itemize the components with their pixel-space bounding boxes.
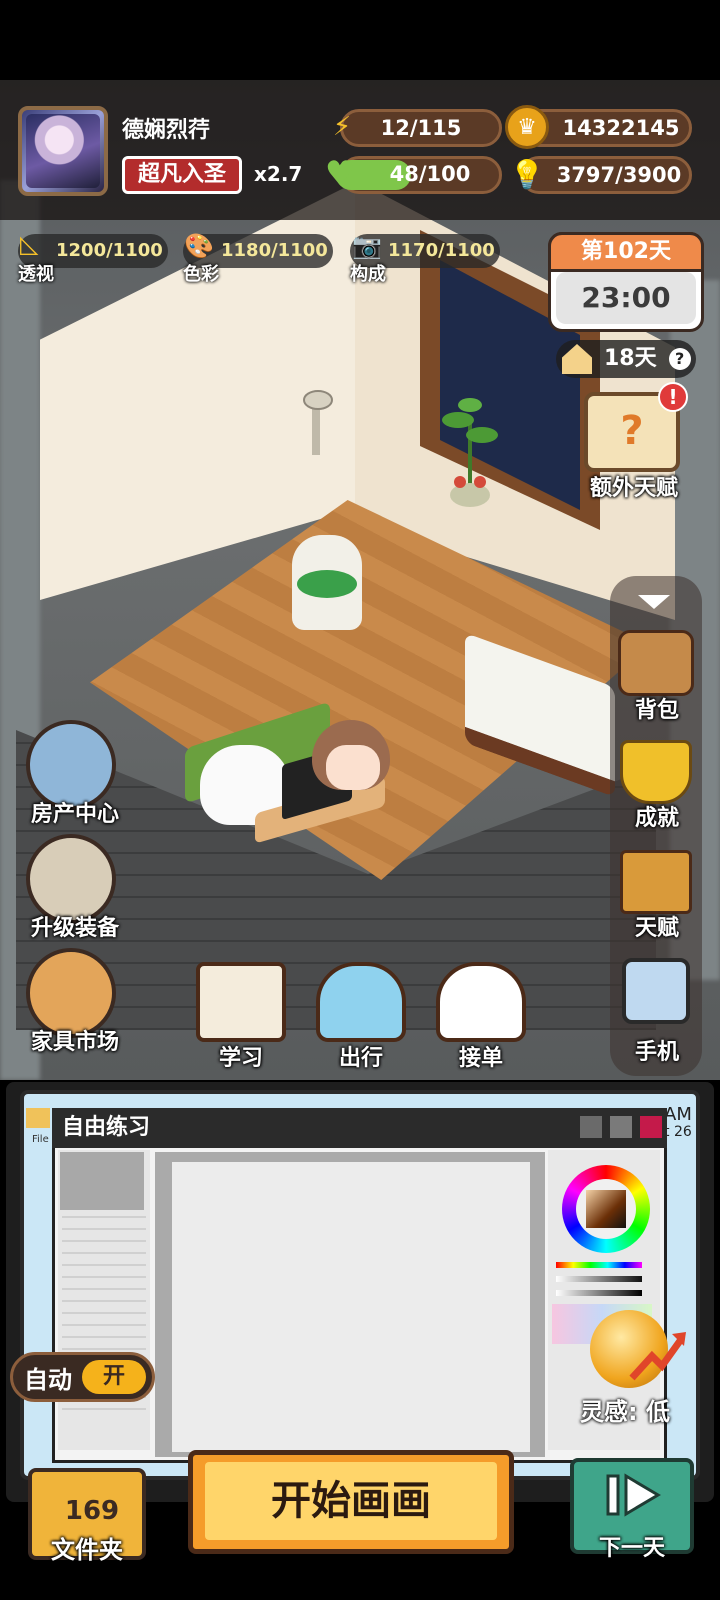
travel-label: 出行 (338, 1046, 383, 1071)
day-counter: 第102天 (548, 232, 704, 272)
minimize-button[interactable] (580, 1116, 602, 1138)
alert-icon: ! (658, 382, 688, 412)
close-button[interactable] (640, 1116, 662, 1138)
commission-rabbit-icon[interactable] (436, 962, 526, 1042)
game-clock: 23:00 (556, 272, 696, 324)
inspiration-level: 灵感: 低 (580, 1398, 670, 1426)
next-day-label: 下一天 (598, 1536, 665, 1561)
help-icon[interactable]: ? (668, 348, 691, 370)
furniture-market-label: 家具市场 (30, 1030, 119, 1055)
hue-slider[interactable] (556, 1262, 642, 1268)
rent-countdown-text: 18天 (604, 346, 657, 371)
coin-icon: ♛ (505, 105, 549, 149)
real-estate-label: 房产中心 (30, 802, 119, 827)
stat-composition-label: 构成 (350, 264, 386, 285)
potted-plant-icon[interactable] (440, 390, 500, 510)
talent-label: 天赋 (634, 916, 679, 941)
study-book-icon[interactable] (196, 962, 286, 1042)
lightning-icon: ⚡ (332, 112, 352, 142)
triangle-ruler-icon: ◺ (20, 230, 39, 258)
top-status-bar (0, 80, 720, 220)
auto-label: 自动 (24, 1366, 72, 1394)
saturation-slider[interactable] (556, 1276, 642, 1282)
drawing-canvas[interactable] (172, 1162, 530, 1452)
achievement-label: 成就 (634, 806, 679, 831)
stat-perspective-label: 透视 (18, 264, 54, 285)
upgrade-equipment-label: 升级装备 (30, 916, 119, 941)
stat-color-label: 色彩 (183, 264, 219, 285)
extra-talent-label: 额外天赋 (589, 476, 678, 501)
backpack-label: 背包 (634, 698, 679, 723)
travel-ghost-icon[interactable] (316, 962, 406, 1042)
commission-label: 接单 (458, 1046, 503, 1071)
phone-label: 手机 (634, 1040, 679, 1065)
avatar-portrait (26, 114, 100, 188)
lightbulb-icon: 💡 (509, 157, 545, 191)
corner-time-text: AM (664, 1104, 692, 1125)
color-picker-square[interactable] (586, 1190, 626, 1228)
tool-settings-panel (58, 1150, 150, 1450)
trophy-icon[interactable] (620, 740, 692, 804)
play-next-icon (606, 1473, 661, 1517)
energy-counter: 12/115 (340, 109, 502, 147)
backpack-icon[interactable] (618, 630, 694, 696)
player-rank-badge: 超凡入圣 (122, 156, 242, 194)
folder-label: 文件夹 (51, 1536, 123, 1564)
talent-book-icon[interactable] (620, 850, 692, 914)
character-face (326, 745, 380, 790)
value-slider[interactable] (556, 1290, 642, 1296)
folder-desktop-icon[interactable] (26, 1108, 50, 1128)
auto-toggle-switch[interactable]: 开 (82, 1360, 146, 1394)
health-counter: 48/100 (389, 162, 471, 186)
maximize-button[interactable] (610, 1116, 632, 1138)
heart-icon: ♥ (324, 154, 356, 194)
player-name: 德娴烈荇 (122, 118, 211, 143)
palette-icon: 🎨 (184, 232, 214, 260)
folder-count: 169 (64, 1496, 120, 1526)
corner-date-text: t 26 (664, 1124, 692, 1140)
painting-app-title: 自由练习 (52, 1108, 667, 1148)
phone-icon[interactable] (622, 958, 690, 1024)
collapse-arrow-icon[interactable] (638, 595, 670, 609)
toilet-bowl (297, 570, 357, 598)
start-painting-label: 开始画画 (205, 1462, 497, 1540)
file-label: File (32, 1134, 49, 1145)
trend-arrow-icon (629, 1332, 686, 1381)
shower-head-icon[interactable] (298, 385, 338, 465)
camera-icon: 📷 (352, 232, 382, 260)
study-label: 学习 (218, 1046, 263, 1071)
rank-multiplier: x2.7 (254, 162, 303, 186)
